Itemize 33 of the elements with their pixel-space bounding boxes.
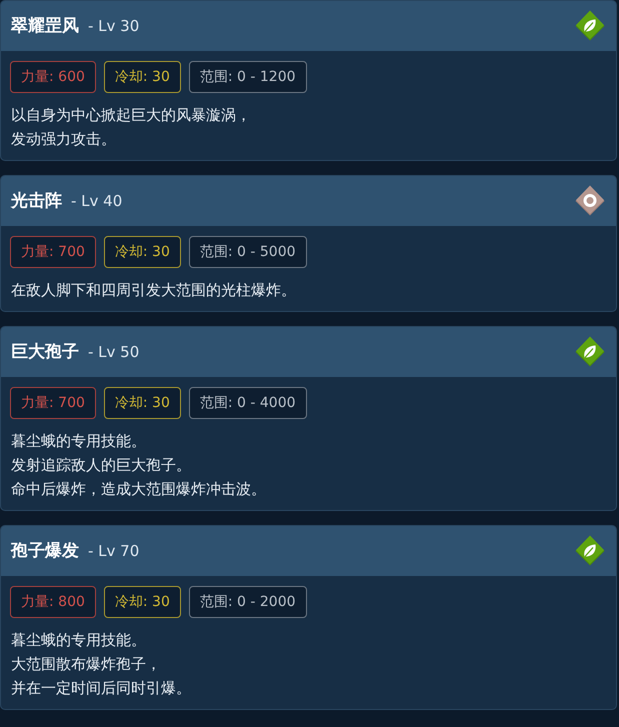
skill-name: 巨大孢子 — [11, 341, 79, 364]
range-stat: 范围: 0 - 2000 — [188, 586, 307, 618]
description-line: 发动强力攻击。 — [11, 129, 116, 150]
leaf-icon — [574, 336, 606, 368]
cooldown-stat: 冷却: 30 — [104, 61, 181, 93]
description-line: 在敌人脚下和四周引发大范围的光柱爆炸。 — [11, 280, 296, 301]
skill-name: 光击阵 — [11, 190, 62, 213]
description-line: 并在一定时间后同时引爆。 — [11, 678, 191, 699]
skill-name: 孢子爆发 — [11, 540, 79, 563]
range-stat: 范围: 0 - 5000 — [188, 236, 307, 268]
target-icon — [574, 185, 606, 217]
cooldown-stat: 冷却: 30 — [104, 387, 181, 419]
leaf-icon — [574, 10, 606, 42]
skill-level: - Lv 30 — [88, 16, 140, 37]
power-stat: 力量: 800 — [10, 586, 96, 618]
power-stat: 力量: 700 — [10, 387, 96, 419]
power-stat: 力量: 700 — [10, 236, 96, 268]
range-stat: 范围: 0 - 1200 — [188, 61, 307, 93]
description-line: 以自身为中心掀起巨大的风暴漩涡， — [11, 105, 251, 126]
leaf-icon — [574, 535, 606, 567]
cooldown-stat: 冷却: 30 — [104, 586, 181, 618]
skill-name: 翠耀罡风 — [11, 15, 79, 38]
description-line: 发射追踪敌人的巨大孢子。 — [11, 455, 191, 476]
skill-level: - Lv 50 — [88, 342, 140, 363]
description-line: 大范围散布爆炸孢子， — [11, 654, 161, 675]
cooldown-stat: 冷却: 30 — [104, 236, 181, 268]
description-line: 暮尘蛾的专用技能。 — [11, 431, 146, 452]
description-line: 命中后爆炸，造成大范围爆炸冲击波。 — [11, 479, 266, 500]
range-stat: 范围: 0 - 4000 — [188, 387, 307, 419]
skill-level: - Lv 70 — [88, 541, 140, 562]
description-line: 暮尘蛾的专用技能。 — [11, 630, 146, 651]
power-stat: 力量: 600 — [10, 61, 96, 93]
skill-level: - Lv 40 — [71, 191, 122, 212]
